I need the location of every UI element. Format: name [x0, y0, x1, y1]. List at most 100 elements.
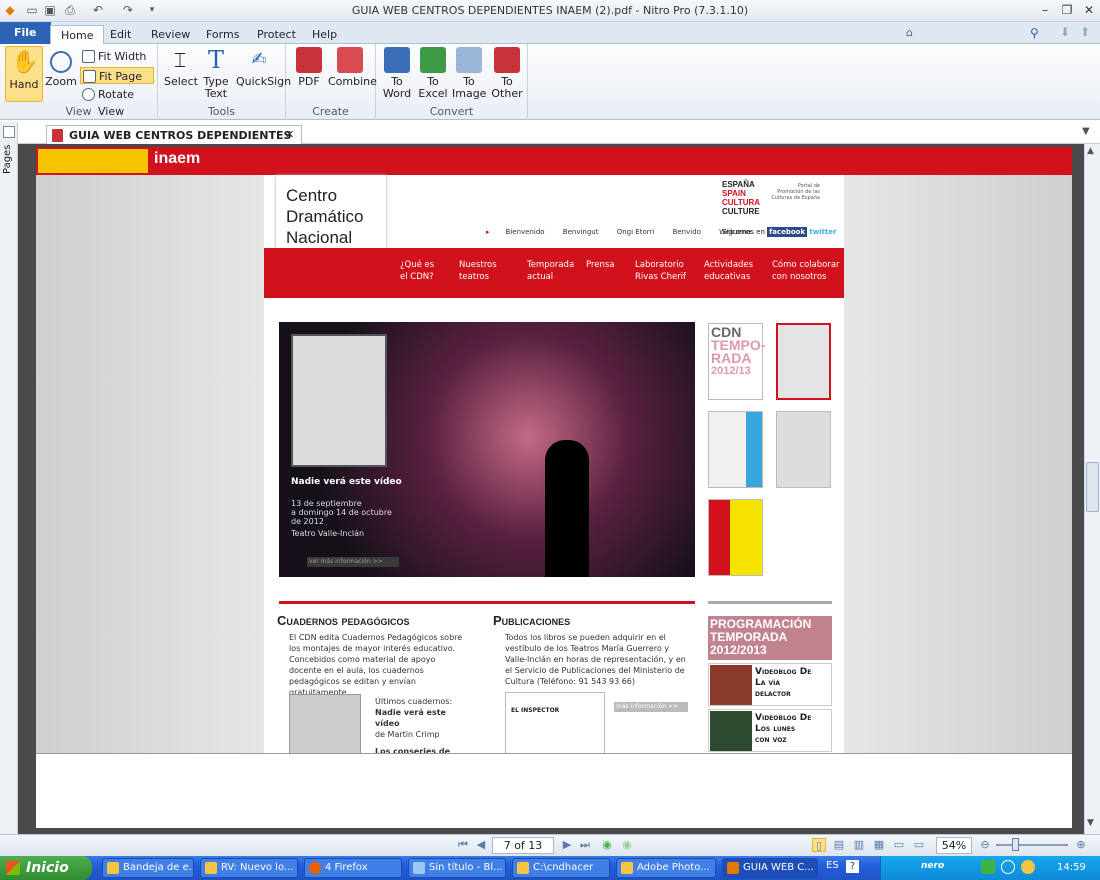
lang-bienvenido[interactable]: Bienvenido	[506, 228, 545, 236]
nav-laboratorio[interactable]: Laboratorio Rivas Cherif	[635, 259, 686, 283]
collapse-ribbon-icon[interactable]: ⌂	[906, 26, 913, 39]
combine-button[interactable]: Combine	[328, 47, 377, 88]
tab-file[interactable]: File	[0, 22, 51, 44]
find-previous-icon[interactable]: ⬆	[1080, 25, 1090, 39]
fit-width-status-icon[interactable]: ▭	[912, 838, 926, 852]
tab-edit[interactable]: Edit	[100, 25, 141, 44]
facebook-link[interactable]: facebook	[767, 227, 808, 237]
book-cover-image[interactable]: EL INSPECTOR	[505, 692, 605, 754]
lang-benvingut[interactable]: Benvingut	[563, 228, 599, 236]
create-group: PDF Combine Create	[286, 44, 377, 120]
tab-home[interactable]: Home	[50, 25, 105, 44]
excel-icon	[420, 47, 446, 73]
facing-view-icon[interactable]: ▥	[852, 838, 866, 852]
next-page-icon[interactable]: ▶	[560, 838, 574, 852]
single-page-view-icon[interactable]: ▯	[812, 838, 826, 852]
cuaderno-cover-image[interactable]	[289, 694, 361, 754]
language-indicator[interactable]: ES	[826, 860, 839, 871]
fit-width-button[interactable]: Fit Width	[80, 48, 154, 65]
zoom-slider-thumb[interactable]	[1012, 838, 1019, 851]
nav-actividades[interactable]: Actividades educativas	[704, 259, 753, 283]
zoom-in-icon[interactable]: ⊕	[1074, 838, 1088, 852]
hero-more-link[interactable]: ver más información >>	[307, 557, 399, 567]
create-pdf-button[interactable]: PDF	[294, 47, 324, 88]
document-tab[interactable]: GUIA WEB CENTROS DEPENDIENTES INA... ✕	[46, 125, 302, 155]
tab-review[interactable]: Review	[141, 25, 200, 44]
twitter-link[interactable]: twitter	[809, 228, 836, 236]
latest-title-1[interactable]: Nadie verá este vídeo	[375, 707, 465, 729]
first-page-icon[interactable]: ⏮	[456, 838, 470, 852]
task-bloc-notas[interactable]: Sin título - Bl...	[408, 858, 506, 878]
task-explorer[interactable]: C:\cndhacer	[512, 858, 610, 878]
tray-green-icon[interactable]	[981, 860, 995, 874]
nav-temporada[interactable]: Temporada actual	[527, 259, 574, 283]
rotate-view-button[interactable]: Rotate View	[80, 86, 156, 118]
task-nitro[interactable]: GUIA WEB C...	[722, 858, 818, 878]
to-image-button[interactable]: To Image	[452, 47, 486, 100]
fit-page-status-icon[interactable]: ▭	[892, 838, 906, 852]
lang-benvido[interactable]: Benvido	[673, 228, 701, 236]
search-icon[interactable]: ⚲	[1030, 26, 1039, 40]
zoom-slider-track[interactable]	[996, 844, 1068, 846]
to-excel-button[interactable]: To Excel	[416, 47, 450, 100]
maximize-button[interactable]: ❐	[1058, 3, 1076, 18]
nadie-vera-thumbnail[interactable]	[776, 323, 831, 400]
nav-temporada-line-1: Temporada	[527, 260, 575, 270]
scroll-up-icon[interactable]: ▲	[1087, 146, 1094, 156]
back-view-icon[interactable]: ◉	[600, 838, 614, 852]
minimize-button[interactable]: –	[1036, 3, 1054, 18]
poster-thumbnail-5[interactable]	[708, 499, 763, 576]
quicksign-button[interactable]: ✍ QuickSign	[236, 47, 291, 88]
tab-list-icon[interactable]: ▼	[1082, 126, 1090, 137]
start-button[interactable]: Inicio	[0, 856, 92, 880]
help-icon[interactable]: ?	[846, 860, 859, 873]
programacion-banner[interactable]: PROGRAMACIÓN TEMPORADA 2012/2013	[708, 616, 832, 660]
nav-colaborar[interactable]: Cómo colaborar con nosotros	[772, 259, 840, 283]
tab-protect[interactable]: Protect	[247, 25, 306, 44]
zoom-out-icon[interactable]: ⊖	[978, 838, 992, 852]
find-next-icon[interactable]: ⬇	[1060, 25, 1070, 39]
nav-que-es[interactable]: ¿Qué es el CDN?	[400, 259, 434, 283]
videoblog-via-delactor[interactable]: Videoblog De La vía delactor	[708, 663, 832, 706]
to-other-button[interactable]: To Other	[488, 47, 526, 100]
nav-prensa[interactable]: Prensa	[586, 259, 615, 271]
lang-ongi-etorri[interactable]: Ongi Etorri	[617, 228, 655, 236]
tab-help[interactable]: Help	[302, 25, 347, 44]
forward-view-icon[interactable]: ◉	[620, 838, 634, 852]
task-bandeja[interactable]: Bandeja de e...	[102, 858, 194, 878]
type-text-button[interactable]: T Type Text	[200, 47, 232, 100]
vertical-scrollbar[interactable]: ▲ ▼	[1084, 144, 1100, 834]
poster-thumbnail-4[interactable]	[776, 411, 831, 488]
facing-continuous-view-icon[interactable]: ▦	[872, 838, 886, 852]
tab-forms[interactable]: Forms	[196, 25, 249, 44]
select-button[interactable]: ⌶ Select	[164, 47, 198, 88]
cuadernos-heading: Cuadernos pedagógicos	[277, 613, 410, 628]
to-word-button[interactable]: To Word	[380, 47, 414, 100]
scroll-down-icon[interactable]: ▼	[1087, 818, 1094, 828]
cdn-temporada-thumbnail[interactable]: CDN TEMPO- RADA 2012/13	[708, 323, 765, 400]
page-number-input[interactable]: 7 of 13	[492, 837, 554, 854]
last-page-icon[interactable]: ⏭	[578, 838, 592, 852]
tray-volume-icon[interactable]	[1001, 860, 1015, 874]
site-nav: ¿Qué es el CDN? Nuestros teatros Temporada…	[264, 248, 844, 298]
inaem-logo: inaem	[154, 150, 201, 167]
close-tab-icon[interactable]: ✕	[285, 128, 294, 141]
poster-thumbnail-3[interactable]	[708, 411, 763, 488]
pages-panel-tab[interactable]: Pages	[2, 134, 13, 174]
task-rv-nuevo[interactable]: RV: Nuevo lo...	[200, 858, 298, 878]
nav-nuestros-teatros[interactable]: Nuestros teatros	[459, 259, 497, 283]
continuous-view-icon[interactable]: ▤	[832, 838, 846, 852]
scrollbar-thumb[interactable]	[1086, 462, 1099, 512]
publicaciones-more-link[interactable]: más información >>	[614, 702, 688, 712]
videoblog-lunes-con-voz[interactable]: Videoblog De Los lunes con voz	[708, 709, 832, 752]
tray-network-icon[interactable]	[1021, 860, 1035, 874]
fit-page-button[interactable]: Fit Page	[80, 67, 154, 84]
task-firefox[interactable]: 4 Firefox	[304, 858, 402, 878]
previous-page-icon[interactable]: ◀	[474, 838, 488, 852]
hero-banner[interactable]: Nadie verá este vídeo 13 de septiembre a…	[279, 322, 695, 577]
close-button[interactable]: ✕	[1080, 3, 1098, 18]
task-photoshop[interactable]: Adobe Photo...	[616, 858, 716, 878]
zoom-level-input[interactable]: 54%	[936, 837, 972, 854]
hand-button[interactable]: ✋ Hand	[5, 46, 43, 102]
zoom-button[interactable]: Zoom	[45, 47, 77, 88]
